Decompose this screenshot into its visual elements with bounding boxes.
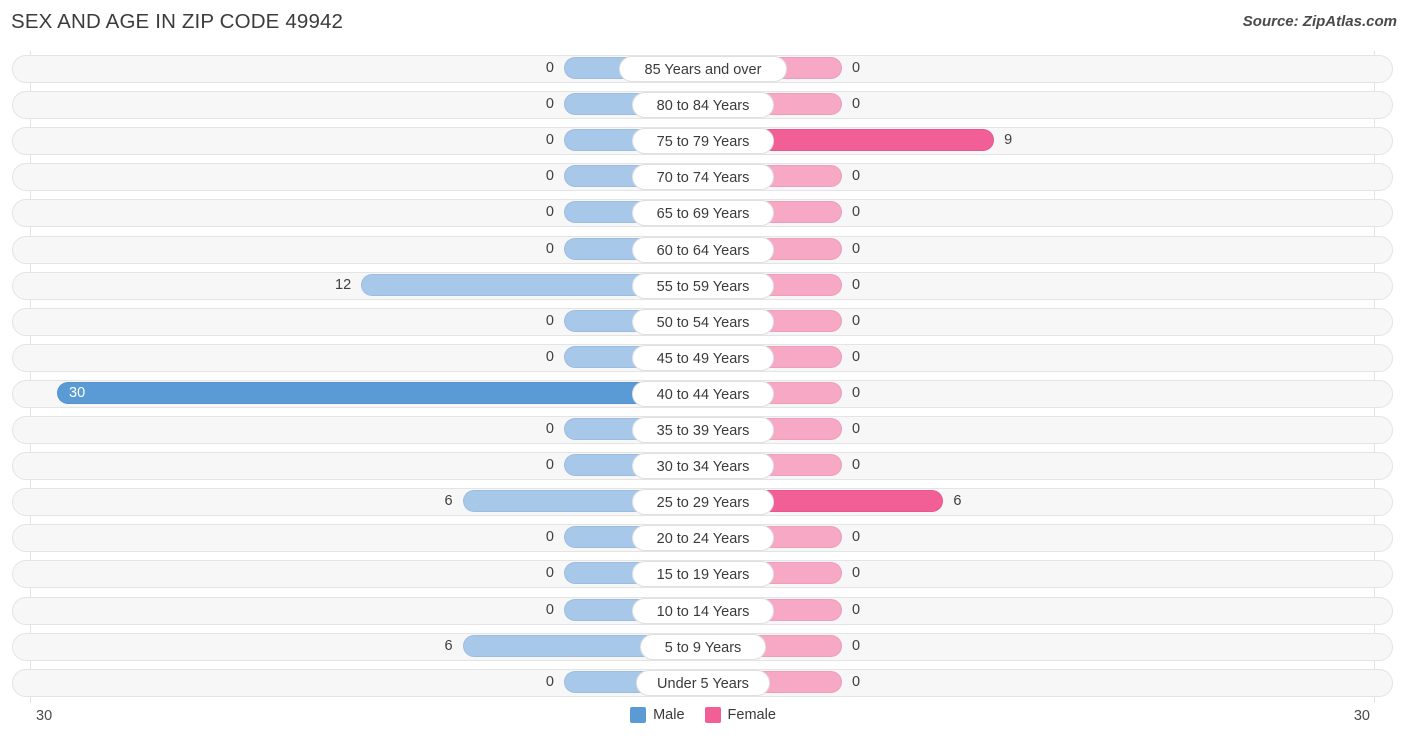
male-value-label: 0 — [545, 601, 554, 618]
male-value-label: 6 — [444, 493, 453, 510]
page-title: SEX AND AGE IN ZIP CODE 49942 — [11, 10, 344, 33]
female-value-label: 0 — [852, 96, 861, 113]
male-value-label: 0 — [545, 132, 554, 149]
male-color-swatch — [630, 707, 647, 723]
male-value-label: 0 — [545, 60, 554, 76]
male-value-label: 6 — [444, 637, 453, 654]
female-value-label: 0 — [852, 529, 861, 546]
female-value-label: 0 — [852, 204, 861, 221]
female-value-label: 0 — [852, 240, 861, 257]
male-value-label: 0 — [545, 168, 554, 185]
age-group-label: 80 to 84 Years — [631, 92, 775, 119]
female-value-label: 0 — [852, 312, 861, 329]
male-value-label: 0 — [545, 673, 554, 690]
chart-footer: 30 30 Male Female — [0, 703, 1406, 740]
male-value-label: 0 — [545, 240, 554, 257]
male-value-label: 30 — [69, 384, 86, 401]
female-value-label: 0 — [852, 168, 861, 185]
male-value-label: 0 — [545, 457, 554, 474]
male-value-label: 0 — [545, 565, 554, 582]
age-group-label: 45 to 49 Years — [631, 344, 775, 371]
female-value-label: 0 — [852, 601, 861, 618]
age-group-label: 60 to 64 Years — [631, 236, 775, 263]
male-value-label: 0 — [545, 348, 554, 365]
female-value-label: 0 — [852, 565, 861, 582]
female-value-label: 0 — [852, 384, 861, 401]
female-value-label: 0 — [852, 276, 861, 293]
legend-item-male[interactable]: Male — [630, 707, 685, 723]
male-bar[interactable] — [57, 381, 702, 404]
age-group-label: 75 to 79 Years — [631, 128, 775, 155]
age-group-label: 50 to 54 Years — [631, 308, 775, 335]
age-group-label: 40 to 44 Years — [631, 380, 775, 407]
female-value-label: 0 — [852, 348, 861, 365]
female-value-label: 0 — [852, 673, 861, 690]
female-value-label: 6 — [953, 493, 962, 510]
age-group-label: 85 Years and over — [619, 56, 787, 82]
female-value-label: 0 — [852, 421, 861, 437]
female-color-swatch — [704, 707, 721, 723]
age-group-label: Under 5 Years — [635, 669, 771, 696]
age-group-label: 30 to 34 Years — [631, 453, 775, 480]
male-value-label: 0 — [545, 312, 554, 329]
source-attribution: Source: ZipAtlas.com — [1242, 13, 1397, 30]
chart-header: SEX AND AGE IN ZIP CODE 49942 Source: Zi… — [0, 0, 1406, 46]
female-value-label: 0 — [852, 457, 861, 474]
population-pyramid-plot: 0 0 85 Years and over 0 0 80 to 84 Years 0 9 75 … — [0, 51, 1406, 703]
age-group-label: 55 to 59 Years — [631, 272, 775, 299]
age-group-label: 15 to 19 Years — [631, 561, 775, 588]
age-group-label: 65 to 69 Years — [631, 200, 775, 227]
legend-label-female: Female — [727, 707, 776, 723]
female-value-label: 0 — [852, 637, 861, 654]
age-group-label: 20 to 24 Years — [631, 525, 775, 552]
age-group-label: 10 to 14 Years — [631, 597, 775, 624]
male-value-label: 0 — [545, 529, 554, 546]
male-value-label: 0 — [545, 204, 554, 221]
female-value-label: 0 — [852, 60, 861, 76]
male-value-label: 12 — [335, 276, 352, 293]
female-value-label: 9 — [1004, 132, 1013, 149]
age-group-label: 70 to 74 Years — [631, 164, 775, 191]
age-group-label: 5 to 9 Years — [639, 633, 767, 660]
legend-item-female[interactable]: Female — [704, 707, 776, 723]
male-value-label: 0 — [545, 96, 554, 113]
legend-label-male: Male — [653, 707, 685, 723]
age-group-label: 25 to 29 Years — [631, 489, 775, 516]
male-value-label: 0 — [545, 421, 554, 437]
chart-legend: Male Female — [0, 707, 1406, 723]
age-group-label: 35 to 39 Years — [631, 417, 775, 443]
